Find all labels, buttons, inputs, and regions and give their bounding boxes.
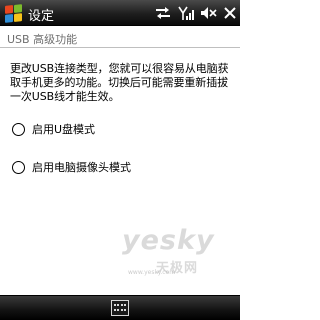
close-icon[interactable] [220,0,240,26]
soft-key-bar [0,295,240,320]
option-usb-disk-mode[interactable]: 启用U盘模式 [12,121,95,137]
app-title: 设定 [28,9,55,24]
keyboard-icon[interactable] [111,300,129,316]
windows-flag-icon [4,3,22,23]
watermark-url: www.yesky.com [128,269,176,276]
start-button[interactable] [0,0,26,26]
page-header: USB 高级功能 [0,26,240,48]
signal-strength-icon[interactable] [176,0,198,26]
watermark-logo: yesky [122,225,215,256]
option-pc-camera-mode[interactable]: 启用电脑摄像头模式 [12,159,131,175]
yesky-watermark: yesky 天极网 www.yesky.com [118,225,233,276]
status-icons [150,0,240,26]
page-title: USB 高级功能 [7,33,78,46]
sync-arrows-icon[interactable] [150,0,176,26]
radio-button-icon[interactable] [12,160,25,174]
option-label: 启用电脑摄像头模式 [32,161,131,174]
description-text: 更改USB连接类型，您就可以很容易从电脑获取手机更多的功能。切换后可能需要重新插… [10,62,229,103]
radio-button-icon[interactable] [12,122,25,136]
option-label: 启用U盘模式 [32,123,96,136]
title-bar: 设定 [0,0,240,26]
volume-muted-icon[interactable] [198,0,220,26]
